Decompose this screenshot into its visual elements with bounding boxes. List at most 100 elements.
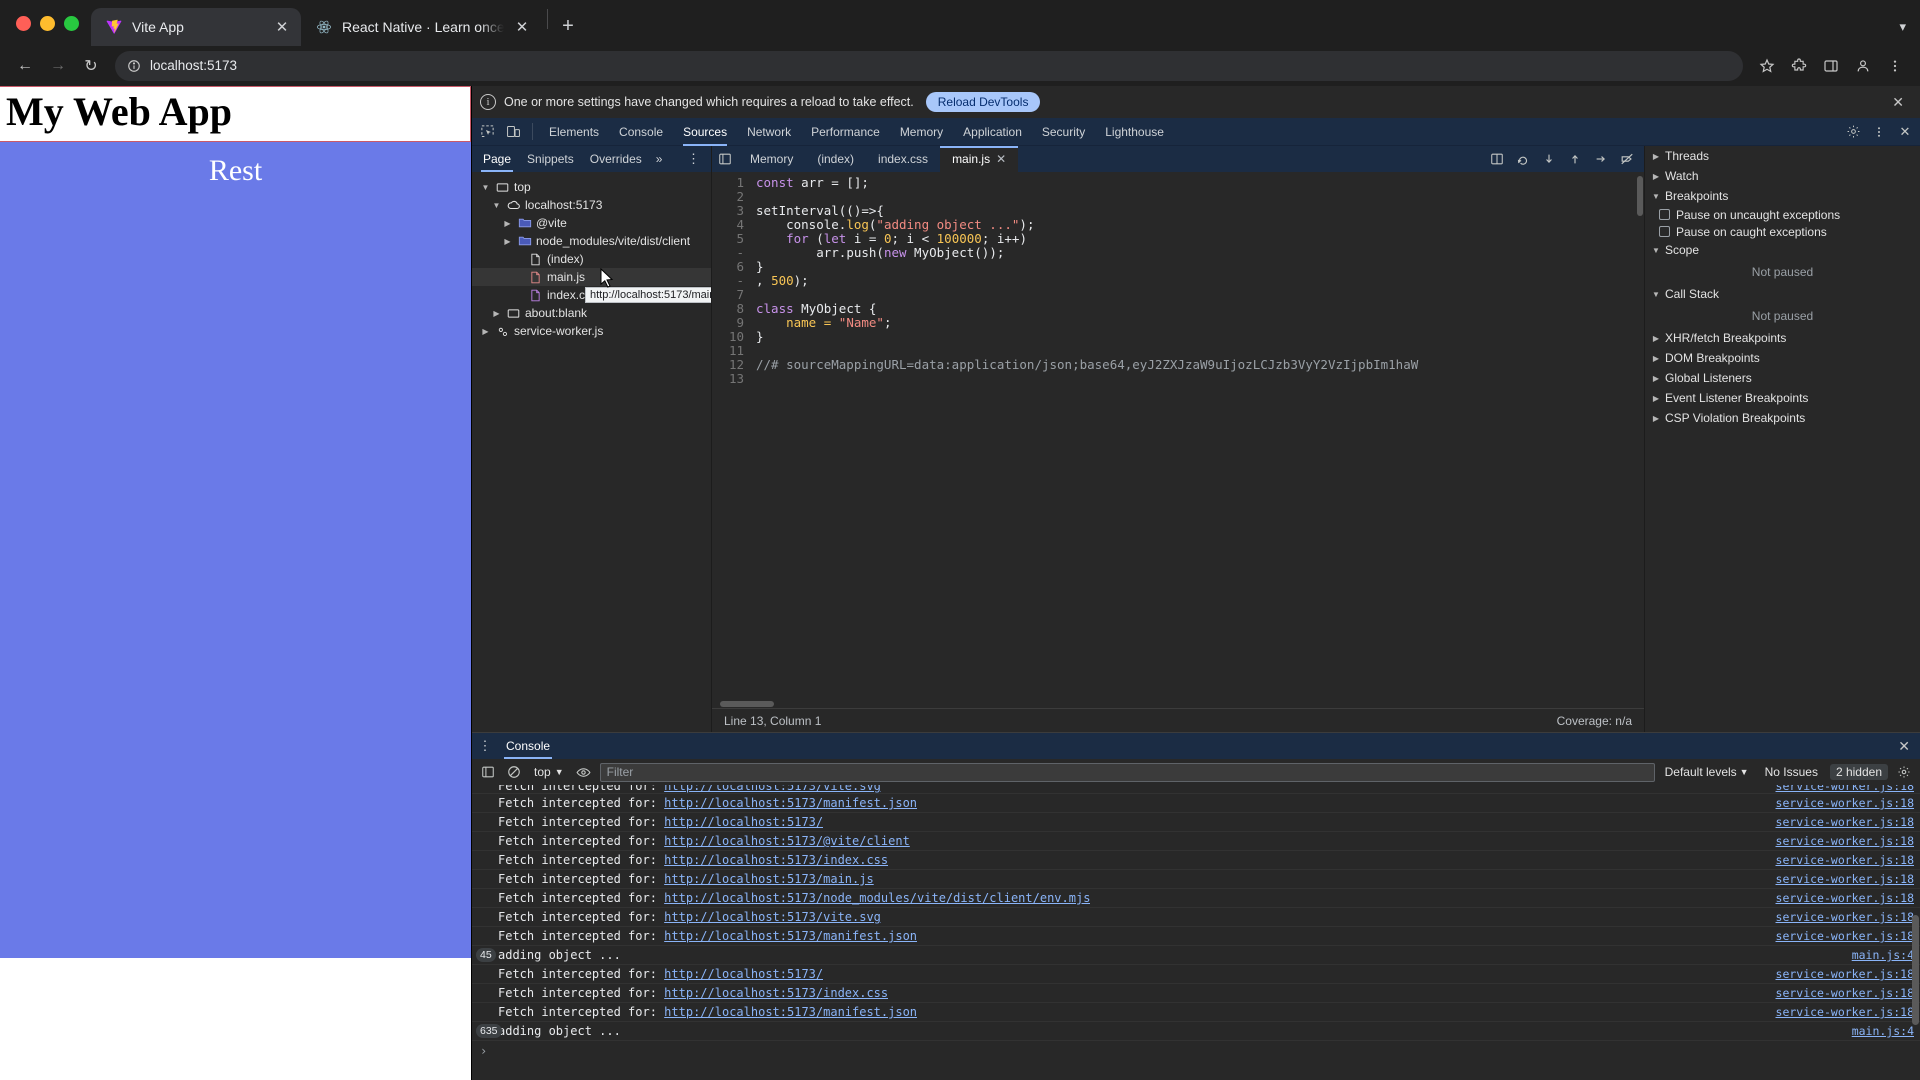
tree-node-node-modules-folder[interactable]: ▶ node_modules/vite/dist/client <box>472 232 711 250</box>
message-source-link[interactable]: service-worker.js:18 <box>1762 872 1914 886</box>
message-source-link[interactable]: main.js:4 <box>1838 948 1914 962</box>
forward-button[interactable]: → <box>43 51 73 81</box>
console-vertical-scrollbar[interactable] <box>1911 785 1920 1080</box>
message-link[interactable]: http://localhost:5173/index.css <box>664 853 888 867</box>
close-icon[interactable]: ✕ <box>996 152 1006 166</box>
close-devtools-icon[interactable]: ✕ <box>1892 119 1918 145</box>
message-source-link[interactable]: service-worker.js:18 <box>1762 1005 1914 1019</box>
debugger-section-scope[interactable]: ▼ Scope Not paused <box>1645 240 1920 284</box>
section-header[interactable]: ▶ DOM Breakpoints <box>1645 348 1920 368</box>
console-message[interactable]: Fetch intercepted for: http://localhost:… <box>472 794 1920 813</box>
message-link[interactable]: http://localhost:5173/manifest.json <box>664 796 917 810</box>
clear-console-icon[interactable] <box>504 762 524 782</box>
message-source-link[interactable]: service-worker.js:18 <box>1762 986 1914 1000</box>
scrollbar-thumb[interactable] <box>720 701 774 707</box>
maximize-window-button[interactable] <box>64 15 79 31</box>
message-source-link[interactable]: service-worker.js:18 <box>1762 796 1914 810</box>
hidden-messages-badge[interactable]: 2 hidden <box>1829 764 1888 780</box>
section-header[interactable]: ▶ Threads <box>1645 146 1920 166</box>
close-icon[interactable]: ✕ <box>1884 94 1912 111</box>
message-source-link[interactable]: service-worker.js:18 <box>1762 785 1914 793</box>
message-source-link[interactable]: service-worker.js:18 <box>1762 891 1914 905</box>
tab-elements[interactable]: Elements <box>539 118 609 146</box>
console-levels-dropdown[interactable]: Default levels ▼ <box>1661 765 1753 779</box>
close-drawer-icon[interactable]: ✕ <box>1888 738 1920 755</box>
puzzle-icon[interactable] <box>1784 51 1814 81</box>
live-expression-icon[interactable] <box>574 762 594 782</box>
checkbox[interactable] <box>1659 209 1670 220</box>
split-pane-icon[interactable] <box>1484 146 1510 172</box>
navigator-tab-overrides[interactable]: Overrides <box>582 146 650 172</box>
console-message[interactable]: Fetch intercepted for: http://localhost:… <box>472 1003 1920 1022</box>
console-message[interactable]: 635 adding object ... main.js:4 <box>472 1022 1920 1041</box>
triangle-right-icon[interactable]: ▶ <box>480 327 491 336</box>
console-context-selector[interactable]: top ▼ <box>530 765 568 779</box>
editor-tab-main-js[interactable]: main.js ✕ <box>940 146 1019 172</box>
console-message[interactable]: Fetch intercepted for: http://localhost:… <box>472 785 1920 794</box>
code-vertical-scrollbar[interactable] <box>1636 172 1644 708</box>
checkbox[interactable] <box>1659 226 1670 237</box>
message-link[interactable]: http://localhost:5173/ <box>664 815 823 829</box>
minimize-window-button[interactable] <box>40 15 55 31</box>
tree-node-about-blank[interactable]: ▶ about:blank <box>472 304 711 322</box>
tab-application[interactable]: Application <box>953 118 1032 146</box>
console-message[interactable]: 45 adding object ... main.js:4 <box>472 946 1920 965</box>
tree-node-vite-folder[interactable]: ▶ @vite <box>472 214 711 232</box>
navigator-tab-page[interactable]: Page <box>475 146 519 172</box>
close-window-button[interactable] <box>16 15 31 31</box>
scrollbar-thumb[interactable] <box>1912 915 1919 1025</box>
inspect-element-icon[interactable] <box>474 119 500 145</box>
message-source-link[interactable]: service-worker.js:18 <box>1762 967 1914 981</box>
gear-icon[interactable] <box>1840 119 1866 145</box>
deactivate-breakpoints-icon[interactable] <box>1614 146 1640 172</box>
scrollbar-thumb[interactable] <box>1637 176 1643 216</box>
breakpoint-option-uncaught[interactable]: Pause on uncaught exceptions <box>1645 206 1920 223</box>
step-into-icon[interactable] <box>1562 146 1588 172</box>
code-lines[interactable]: const arr = []; setInterval(()=>{ consol… <box>752 176 1644 699</box>
browser-tab-react-native[interactable]: React Native · Learn once, wr ✕ <box>301 8 541 46</box>
message-source-link[interactable]: service-worker.js:18 <box>1762 853 1914 867</box>
console-message[interactable]: Fetch intercepted for: http://localhost:… <box>472 851 1920 870</box>
message-link[interactable]: http://localhost:5173/index.css <box>664 986 888 1000</box>
reload-devtools-button[interactable]: Reload DevTools <box>925 92 1041 112</box>
kebab-icon[interactable] <box>1880 51 1910 81</box>
message-link[interactable]: http://localhost:5173/manifest.json <box>664 1005 917 1019</box>
console-prompt[interactable]: › <box>472 1041 1920 1060</box>
drawer-tab-console[interactable]: Console <box>496 733 560 759</box>
step-out-icon[interactable] <box>1588 146 1614 172</box>
sidebar-toggle-icon[interactable] <box>478 762 498 782</box>
reload-button[interactable]: ↻ <box>76 51 106 81</box>
section-header[interactable]: ▼ Scope <box>1645 240 1920 260</box>
show-navigator-icon[interactable] <box>712 152 738 166</box>
console-message-list[interactable]: Fetch intercepted for: http://localhost:… <box>472 785 1920 1080</box>
tree-node-top[interactable]: ▼ top <box>472 178 711 196</box>
tree-node-service-worker[interactable]: ▶ service-worker.js <box>472 322 711 340</box>
message-source-link[interactable]: service-worker.js:18 <box>1762 910 1914 924</box>
console-message[interactable]: Fetch intercepted for: http://localhost:… <box>472 984 1920 1003</box>
devtools-menu-icon[interactable] <box>1866 119 1892 145</box>
console-message[interactable]: Fetch intercepted for: http://localhost:… <box>472 813 1920 832</box>
code-horizontal-scrollbar[interactable] <box>712 699 1644 708</box>
editor-tab-index[interactable]: (index) <box>805 146 866 172</box>
triangle-right-icon[interactable]: ▶ <box>1651 334 1661 343</box>
debugger-section-call-stack[interactable]: ▼ Call Stack Not paused <box>1645 284 1920 328</box>
navigator-menu-icon[interactable]: ⋮ <box>679 151 708 167</box>
debugger-section-threads[interactable]: ▶ Threads <box>1645 146 1920 166</box>
chevron-down-icon[interactable]: ▾ <box>1899 19 1906 35</box>
message-source-link[interactable]: service-worker.js:18 <box>1762 834 1914 848</box>
section-header[interactable]: ▶ Watch <box>1645 166 1920 186</box>
new-tab-button[interactable]: + <box>554 12 582 40</box>
triangle-right-icon[interactable]: ▶ <box>1651 374 1661 383</box>
section-header[interactable]: ▶ XHR/fetch Breakpoints <box>1645 328 1920 348</box>
panel-icon[interactable] <box>1816 51 1846 81</box>
section-header[interactable]: ▶ Global Listeners <box>1645 368 1920 388</box>
console-filter-input[interactable] <box>599 762 1655 782</box>
info-circle-icon[interactable] <box>127 59 141 73</box>
triangle-right-icon[interactable]: ▶ <box>491 309 502 318</box>
message-link[interactable]: http://localhost:5173/manifest.json <box>664 929 917 943</box>
triangle-right-icon[interactable]: ▶ <box>1651 152 1661 161</box>
close-icon[interactable]: ✕ <box>513 18 531 36</box>
debugger-section-xhr-breakpoints[interactable]: ▶ XHR/fetch Breakpoints <box>1645 328 1920 348</box>
message-link[interactable]: http://localhost:5173/main.js <box>664 872 874 886</box>
resume-script-icon[interactable] <box>1510 146 1536 172</box>
